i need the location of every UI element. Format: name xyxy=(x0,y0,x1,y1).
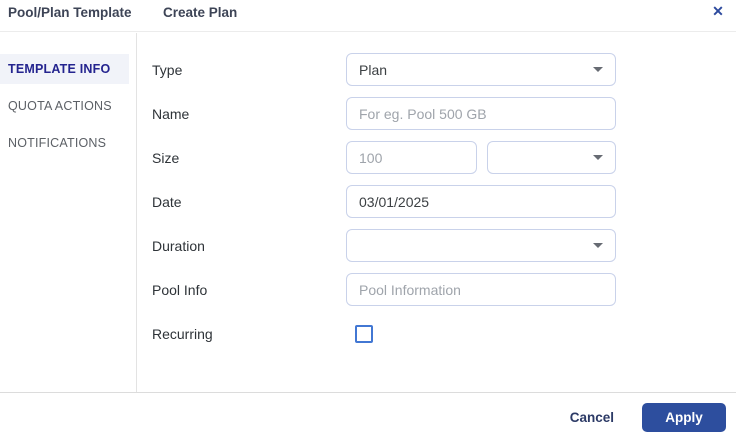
recurring-checkbox[interactable] xyxy=(355,324,373,343)
pool-info-input[interactable] xyxy=(346,273,616,306)
duration-label: Duration xyxy=(152,237,205,254)
close-icon[interactable]: ✕ xyxy=(708,1,728,21)
sidebar-item-quota-actions[interactable]: QUOTA ACTIONS xyxy=(0,91,129,121)
sidebar: TEMPLATE INFO QUOTA ACTIONS NOTIFICATION… xyxy=(0,33,137,392)
chevron-down-icon xyxy=(593,155,603,160)
name-input[interactable] xyxy=(346,97,616,130)
date-label: Date xyxy=(152,193,182,210)
page-title: Create Plan xyxy=(163,5,238,20)
apply-button[interactable]: Apply xyxy=(642,402,726,432)
form-row-recurring: Recurring xyxy=(152,317,736,350)
chevron-down-icon xyxy=(593,243,603,248)
template-info-form: Type Plan Name Size xyxy=(138,33,736,392)
dialog-title: Pool/Plan Template xyxy=(8,5,132,20)
size-unit-select[interactable] xyxy=(487,141,616,174)
type-select-value: Plan xyxy=(359,61,388,78)
create-plan-dialog: Pool/Plan Template Create Plan ✕ TEMPLAT… xyxy=(0,0,736,441)
form-row-duration: Duration xyxy=(152,229,736,262)
form-row-name: Name xyxy=(152,97,736,130)
sidebar-item-notifications[interactable]: NOTIFICATIONS xyxy=(0,128,129,158)
type-label: Type xyxy=(152,61,183,78)
date-input[interactable] xyxy=(346,185,616,218)
dialog-header: Pool/Plan Template Create Plan ✕ xyxy=(0,0,736,32)
size-label: Size xyxy=(152,149,180,166)
size-input[interactable] xyxy=(346,141,477,174)
form-row-size: Size xyxy=(152,141,736,174)
form-row-date: Date xyxy=(152,185,736,218)
cancel-button[interactable]: Cancel xyxy=(570,410,614,425)
chevron-down-icon xyxy=(593,67,603,72)
type-select[interactable]: Plan xyxy=(346,53,616,86)
name-label: Name xyxy=(152,105,190,122)
sidebar-item-template-info[interactable]: TEMPLATE INFO xyxy=(0,54,129,84)
pool-info-label: Pool Info xyxy=(152,281,208,298)
dialog-footer: Cancel Apply xyxy=(0,392,736,441)
form-row-type: Type Plan xyxy=(152,53,736,86)
form-row-pool-info: Pool Info xyxy=(152,273,736,306)
duration-select[interactable] xyxy=(346,229,616,262)
recurring-label: Recurring xyxy=(152,325,213,342)
